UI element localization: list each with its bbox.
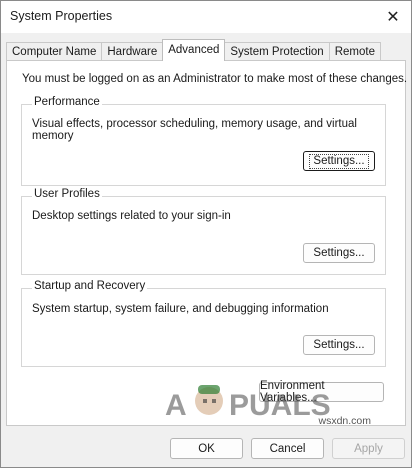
tab-advanced[interactable]: Advanced: [162, 39, 226, 61]
environment-variables-button[interactable]: Environment Variables...: [259, 380, 384, 404]
performance-settings-button[interactable]: Settings...: [303, 151, 375, 171]
tab-system-protection[interactable]: System Protection: [224, 42, 330, 61]
close-icon: ✕: [386, 9, 400, 26]
tab-hardware[interactable]: Hardware: [101, 42, 164, 61]
performance-description: Visual effects, processor scheduling, me…: [32, 118, 357, 142]
apply-button[interactable]: Apply: [332, 438, 405, 459]
close-button[interactable]: ✕: [381, 5, 405, 29]
user-profiles-description: Desktop settings related to your sign-in: [32, 210, 231, 222]
startup-recovery-group: Startup and Recovery System startup, sys…: [21, 280, 386, 367]
performance-group: Performance Visual effects, processor sc…: [21, 96, 386, 186]
admin-note: You must be logged on as an Administrato…: [22, 73, 408, 85]
tab-remote[interactable]: Remote: [328, 42, 381, 61]
tab-strip: Computer Name Hardware Advanced System P…: [6, 39, 381, 61]
cancel-button[interactable]: Cancel: [251, 438, 324, 459]
user-profiles-group: User Profiles Desktop settings related t…: [21, 188, 386, 275]
performance-label: Performance: [32, 96, 102, 108]
performance-settings-label: Settings...: [309, 153, 369, 169]
ok-button[interactable]: OK: [170, 438, 243, 459]
startup-recovery-label: Startup and Recovery: [32, 280, 148, 292]
system-properties-window: System Properties ✕ Computer Name Hardwa…: [0, 0, 412, 468]
startup-recovery-description: System startup, system failure, and debu…: [32, 303, 329, 315]
startup-recovery-settings-button[interactable]: Settings...: [303, 335, 375, 355]
user-profiles-settings-button[interactable]: Settings...: [303, 243, 375, 263]
window-title: System Properties: [10, 9, 113, 23]
tab-computer-name[interactable]: Computer Name: [6, 42, 103, 61]
user-profiles-label: User Profiles: [32, 188, 102, 200]
title-bar[interactable]: System Properties ✕: [1, 1, 411, 33]
